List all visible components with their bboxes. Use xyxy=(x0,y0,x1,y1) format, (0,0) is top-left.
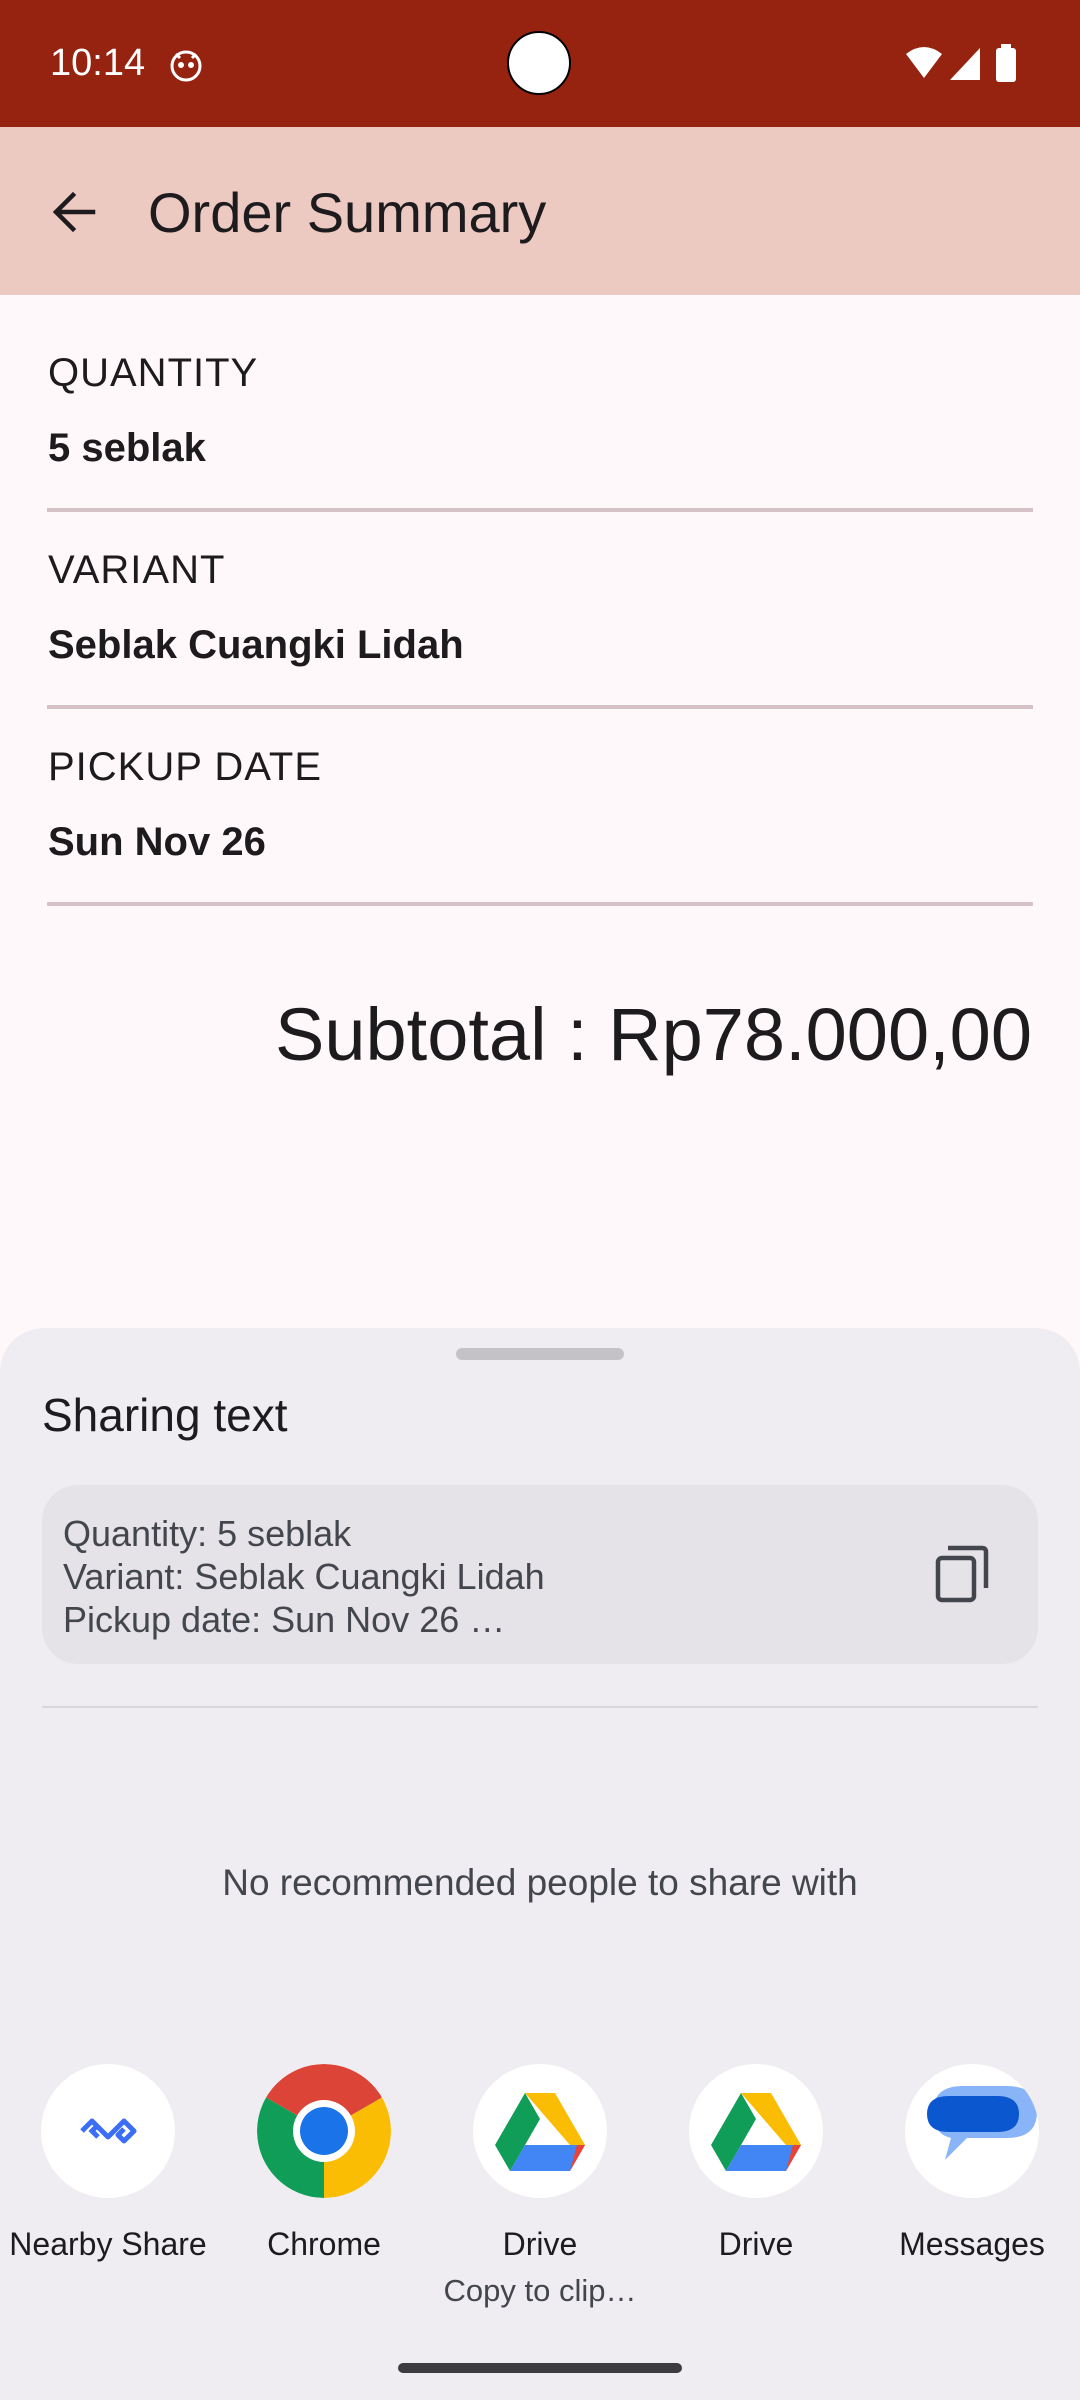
variant-label: VARIANT xyxy=(48,548,226,592)
back-button[interactable] xyxy=(40,172,108,252)
navigation-handle[interactable] xyxy=(398,2363,682,2373)
subtotal: Subtotal : Rp78.000,00 xyxy=(274,993,1032,1076)
copy-button[interactable] xyxy=(924,1536,1000,1612)
quantity-field: QUANTITY 5 seblak xyxy=(48,351,1033,471)
share-target-drive[interactable]: Drive xyxy=(648,2064,864,2263)
pickup-date-value: Sun Nov 26 xyxy=(48,820,266,864)
no-recommendations-text: No recommended people to share with xyxy=(222,1862,858,1903)
drag-handle[interactable] xyxy=(456,1348,624,1360)
app-notification-icon xyxy=(170,50,202,82)
share-preview-text: Quantity: 5 seblak Variant: Seblak Cuang… xyxy=(63,1512,545,1641)
variant-value: Seblak Cuangki Lidah xyxy=(48,623,464,667)
pickup-date-label: PICKUP DATE xyxy=(48,745,323,789)
status-icons xyxy=(906,44,1016,82)
target-label: Drive xyxy=(502,2226,578,2262)
drive-icon xyxy=(689,2064,823,2198)
chrome-icon xyxy=(257,2064,391,2198)
drive-icon xyxy=(473,2064,607,2198)
divider xyxy=(42,1706,1038,1708)
copy-icon xyxy=(935,1545,989,1603)
divider xyxy=(47,508,1033,512)
arrow-back-icon xyxy=(52,191,96,233)
status-bar: 10:14 xyxy=(0,0,1080,127)
target-label: Nearby Share xyxy=(9,2226,207,2262)
share-target-drive-copy[interactable]: Drive Copy to clip… xyxy=(432,2064,648,2309)
pickup-date-field: PICKUP DATE Sun Nov 26 xyxy=(48,745,1033,865)
preview-line: Pickup date: Sun Nov 26 … xyxy=(63,1599,506,1640)
status-time: 10:14 xyxy=(50,42,146,84)
share-target-chrome[interactable]: Chrome xyxy=(216,2064,432,2263)
signal-icon xyxy=(950,48,980,80)
quantity-label: QUANTITY xyxy=(48,351,259,395)
quantity-value: 5 seblak xyxy=(48,426,206,470)
target-sublabel: Copy to clip… xyxy=(443,2273,637,2308)
messages-icon xyxy=(905,2064,1039,2198)
variant-field: VARIANT Seblak Cuangki Lidah xyxy=(48,548,1033,668)
target-label: Messages xyxy=(899,2226,1045,2262)
preview-line: Variant: Seblak Cuangki Lidah xyxy=(63,1556,545,1597)
divider xyxy=(47,902,1033,906)
target-label: Chrome xyxy=(267,2226,381,2262)
share-target-nearby-share[interactable]: Nearby Share xyxy=(0,2064,216,2263)
preview-line: Quantity: 5 seblak xyxy=(63,1513,352,1554)
page-title: Order Summary xyxy=(148,181,547,244)
camera-cutout xyxy=(507,31,571,95)
nearby-share-icon xyxy=(41,2064,175,2198)
divider xyxy=(47,705,1033,709)
wifi-icon xyxy=(906,47,942,78)
target-label: Drive xyxy=(718,2226,794,2262)
battery-icon xyxy=(996,48,1016,82)
sheet-title: Sharing text xyxy=(42,1389,288,1441)
share-target-messages[interactable]: Messages xyxy=(864,2064,1080,2263)
